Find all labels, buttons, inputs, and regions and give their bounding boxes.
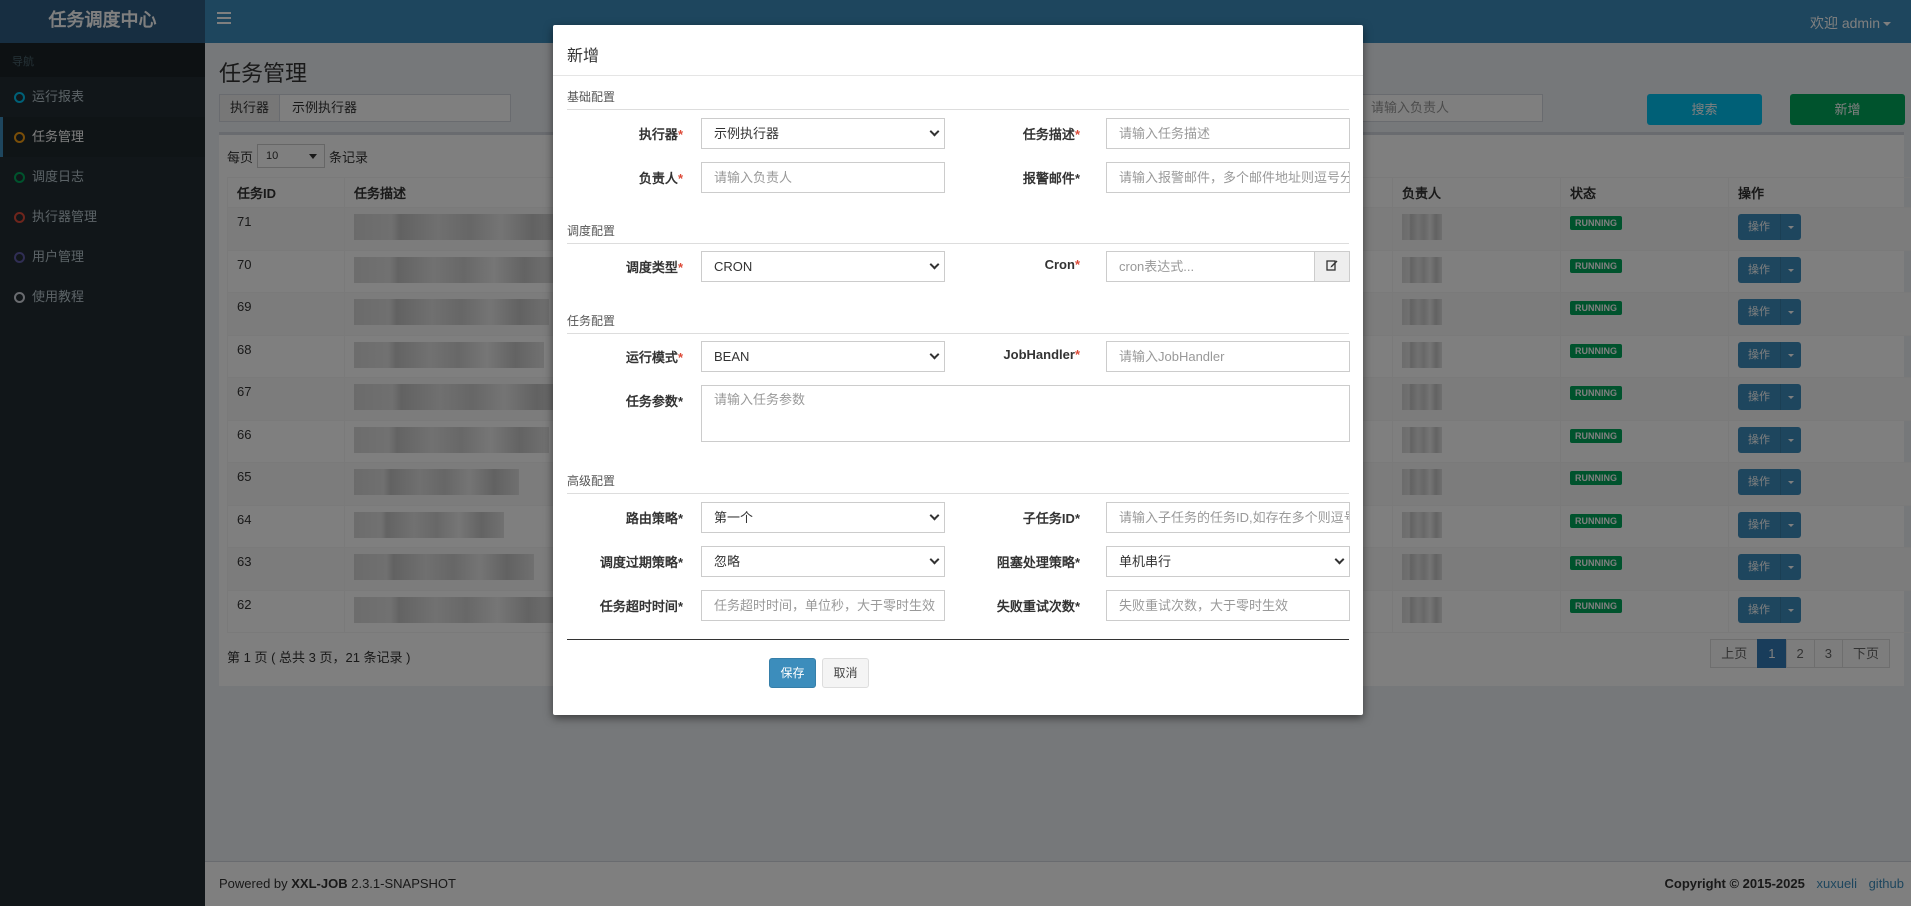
alarm-email-label: 报警邮件* [1022, 171, 1080, 186]
cancel-button[interactable]: 取消 [822, 658, 869, 688]
job-param-textarea[interactable]: 请输入任务参数 [701, 385, 1350, 442]
child-job-label: 子任务ID* [1022, 511, 1080, 526]
job-handler-label-text: JobHandler [1003, 347, 1075, 362]
schedule-type-label-text: 调度类型 [625, 260, 678, 275]
block-strategy-label-text: 阻塞处理策略 [996, 555, 1075, 570]
author-label-text: 负责人 [638, 171, 678, 186]
job-desc-label-text: 任务描述 [1022, 127, 1075, 142]
required-mark: * [677, 260, 683, 275]
executor-select[interactable]: 示例执行器 [701, 118, 945, 149]
fail-retry-input[interactable]: 失败重试次数，大于零时生效 [1106, 590, 1350, 621]
block-strategy-label: 阻塞处理策略* [996, 555, 1080, 570]
modal-divider [553, 75, 1363, 76]
executor-label: 执行器* [553, 124, 683, 143]
section-basic: 基础配置 [567, 88, 1349, 110]
executor-label-text: 执行器 [638, 127, 678, 142]
cron-label-text: Cron [1044, 257, 1075, 272]
alarm-email-label-text: 报警邮件 [1022, 171, 1075, 186]
schedule-type-select[interactable]: CRON [701, 251, 945, 282]
job-handler-label: JobHandler* [950, 347, 1080, 362]
required-mark: * [1074, 127, 1080, 142]
job-desc-label: 任务描述* [950, 124, 1080, 143]
child-job-input[interactable]: 请输入子任务的任务ID,如存在多个则逗号分隔 [1106, 502, 1350, 533]
cron-edit-button[interactable] [1314, 251, 1350, 282]
author-input[interactable]: 请输入负责人 [701, 162, 945, 193]
modal-title: 新增 [567, 48, 600, 65]
required-mark: * [677, 350, 683, 365]
timeout-label-text: 任务超时时间 [599, 599, 678, 614]
author-label: 负责人* [553, 168, 683, 187]
section-schedule: 调度配置 [567, 222, 1349, 244]
glue-type-label: 运行模式* [553, 347, 683, 366]
child-job-label-text: 子任务ID [1022, 511, 1075, 526]
edit-icon [1326, 260, 1338, 271]
glue-type-select[interactable]: BEAN [701, 341, 945, 372]
job-desc-input[interactable]: 请输入任务描述 [1106, 118, 1350, 149]
timeout-label: 任务超时时间* [599, 599, 683, 614]
section-advanced: 高级配置 [567, 472, 1349, 494]
cron-input[interactable]: cron表达式... [1106, 251, 1315, 282]
misfire-label: 调度过期策略* [599, 555, 683, 570]
fail-retry-label: 失败重试次数* [996, 599, 1080, 614]
required-mark: * [677, 127, 683, 142]
job-param-label-text: 任务参数 [625, 394, 678, 409]
required-mark: * [1074, 257, 1080, 272]
block-strategy-select[interactable]: 单机串行 [1106, 546, 1350, 577]
cron-label: Cron* [950, 257, 1080, 272]
route-strategy-select[interactable]: 第一个 [701, 502, 945, 533]
schedule-type-label: 调度类型* [553, 257, 683, 276]
save-button[interactable]: 保存 [769, 658, 816, 688]
required-mark: * [677, 171, 683, 186]
add-job-modal: 新增 基础配置 执行器* 示例执行器 任务描述* 请输入任务描述 负责人* 请输… [553, 25, 1363, 715]
route-strategy-label-text: 路由策略 [625, 511, 678, 526]
job-handler-input[interactable]: 请输入JobHandler [1106, 341, 1350, 372]
route-strategy-label: 路由策略* [625, 511, 683, 526]
alarm-email-input[interactable]: 请输入报警邮件，多个邮件地址则逗号分隔 [1106, 162, 1350, 193]
timeout-input[interactable]: 任务超时时间，单位秒，大于零时生效 [701, 590, 945, 621]
modal-footer-divider [567, 639, 1349, 640]
glue-type-label-text: 运行模式 [625, 350, 678, 365]
misfire-select[interactable]: 忽略 [701, 546, 945, 577]
fail-retry-label-text: 失败重试次数 [996, 599, 1075, 614]
misfire-label-text: 调度过期策略 [599, 555, 678, 570]
required-mark: * [1074, 347, 1080, 362]
job-param-label: 任务参数* [625, 394, 683, 409]
section-task: 任务配置 [567, 312, 1349, 334]
